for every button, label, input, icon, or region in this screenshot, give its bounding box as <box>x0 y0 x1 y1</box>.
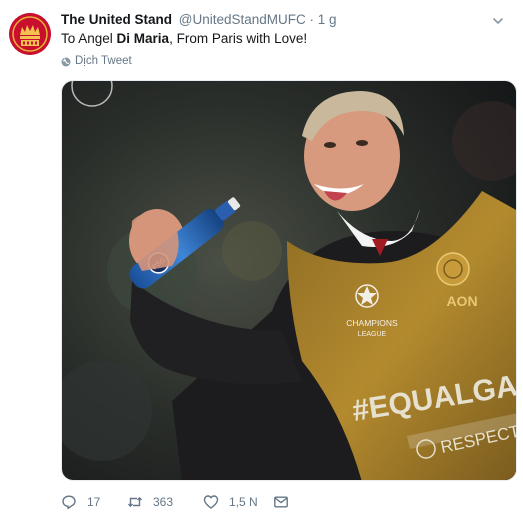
tweet-actions: 17 363 1,5 N <box>61 492 289 512</box>
tweet-text: To Angel Di Maria, From Paris with Love! <box>61 30 307 48</box>
like-button[interactable]: 1,5 N <box>203 492 273 512</box>
vest-sponsor: AON <box>446 293 477 309</box>
avatar[interactable] <box>9 13 51 55</box>
tweet[interactable]: The United Stand @UnitedStandMUFC · 1 g … <box>0 0 523 515</box>
tweet-text-bold: Di Maria <box>116 31 170 46</box>
vest-competition-line2: LEAGUE <box>358 331 387 338</box>
chevron-down-icon[interactable] <box>491 14 505 28</box>
timestamp[interactable]: 1 g <box>318 12 337 27</box>
tweet-header: The United Stand @UnitedStandMUFC · 1 g <box>61 11 337 29</box>
like-count: 1,5 N <box>229 495 258 509</box>
club-crest-icon <box>436 252 470 286</box>
reply-button[interactable]: 17 <box>61 492 127 512</box>
user-handle[interactable]: @UnitedStandMUFC <box>179 12 306 27</box>
envelope-icon <box>274 496 288 508</box>
globe-icon <box>61 57 71 66</box>
separator-dot: · <box>309 12 315 27</box>
translate-tweet-link[interactable]: Dịch Tweet <box>61 54 132 69</box>
retweet-count: 363 <box>153 495 174 509</box>
crest-logo-icon <box>9 13 51 55</box>
retweet-icon <box>127 497 143 507</box>
tweet-media-photo[interactable]: PSG CHAMPIONS LEAGUE AON #EQUALGAM RESPE… <box>61 80 517 481</box>
tweet-text-part: To Angel <box>61 31 117 46</box>
photo-image: PSG CHAMPIONS LEAGUE AON #EQUALGAM RESPE… <box>62 81 516 480</box>
translate-label: Dịch Tweet <box>75 55 132 67</box>
vest-competition-line1: CHAMPIONS <box>346 318 398 328</box>
retweet-button[interactable]: 363 <box>127 492 203 512</box>
display-name[interactable]: The United Stand <box>61 12 172 27</box>
heart-icon <box>203 495 219 509</box>
reply-icon <box>62 495 76 510</box>
tweet-text-part: , From Paris with Love! <box>169 31 308 46</box>
direct-message-button[interactable] <box>273 492 289 512</box>
reply-count: 17 <box>87 495 101 509</box>
